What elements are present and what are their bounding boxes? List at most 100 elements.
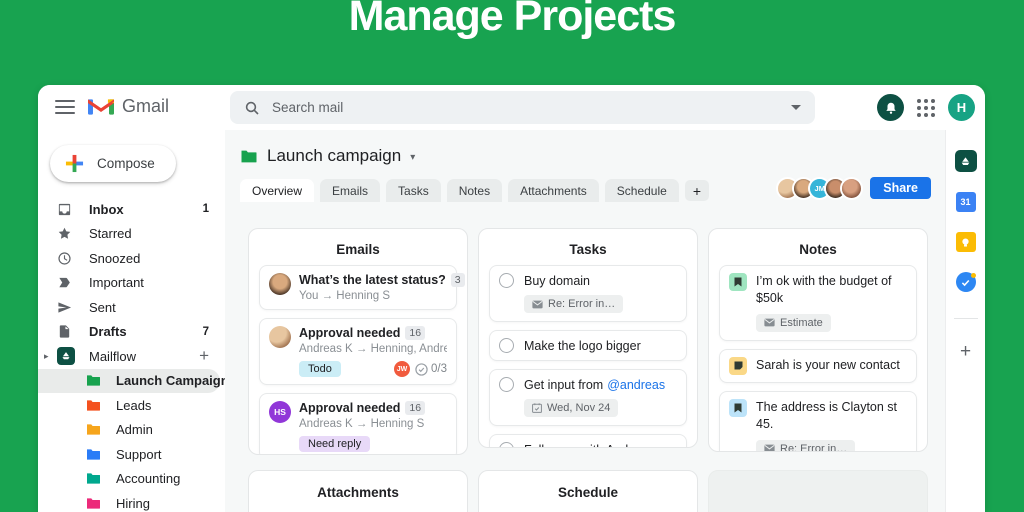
assignee-avatar[interactable]: JW [394,361,410,377]
notifications-button[interactable] [877,94,904,121]
due-date-chip[interactable]: Wed, Nov 24 [524,399,619,417]
task-progress: 0/3 [415,362,447,376]
sidebar-item-starred[interactable]: Starred [38,222,225,247]
attachments-column: Attachments [248,470,468,512]
drafts-count: 7 [202,325,209,338]
send-icon [58,302,72,313]
gmail-sidebar: Compose Inbox 1 Starred Snoozed Importan… [38,130,229,512]
sidebar-item-important[interactable]: Important [38,271,225,296]
notes-column-title: Notes [799,242,837,257]
task-checkbox[interactable] [499,273,514,288]
tab-overview[interactable]: Overview [240,179,315,202]
important-icon [59,278,70,288]
tab-emails[interactable]: Emails [320,179,381,202]
clock-icon [58,252,71,265]
rail-divider [953,318,978,319]
sidebar-folder-leads[interactable]: Leads [38,393,225,418]
sidebar-item-inbox[interactable]: Inbox 1 [38,197,225,222]
note-card[interactable]: Sarah is your new contact [719,348,917,383]
search-input[interactable] [272,100,779,115]
project-folder-icon [241,150,257,162]
task-checkbox[interactable] [499,377,514,392]
attachments-column-title: Attachments [317,485,399,500]
linked-email-chip[interactable]: Re: Error in… [524,295,624,313]
profile-avatar[interactable]: H [948,94,975,121]
sidebar-folder-hiring[interactable]: Hiring [38,491,225,512]
folder-icon [87,400,100,411]
sidebar-item-drafts[interactable]: Drafts 7 [38,320,225,345]
email-participants: You → Henning S [299,290,391,302]
inbox-icon [58,203,71,215]
thread-count-badge: 3 [450,273,465,287]
draft-icon [59,325,70,338]
mailflow-logo-icon [57,347,75,366]
email-card[interactable]: HS Approval needed 16 Andreas K → Henning… [259,393,457,454]
emails-column: Emails What’s the latest status? 3 You → … [248,228,468,455]
email-card[interactable]: What’s the latest status? 3 You → Henning… [259,265,465,310]
schedule-column: Schedule [478,470,698,512]
tasks-column-title: Tasks [569,242,607,257]
tasks-addon-icon[interactable] [955,272,976,292]
gmail-brand: Gmail [88,96,169,117]
collaborator-avatar[interactable] [842,178,862,198]
gmail-logo-icon [88,98,114,115]
expand-chevron-icon[interactable]: ▸ [44,351,57,362]
compose-label: Compose [97,156,155,171]
banner-title: Manage Projects [348,0,677,40]
need-reply-tag[interactable]: Need reply [299,436,371,452]
sidebar-folder-launch-campaign[interactable]: Launch Campaign [38,368,229,393]
linked-email-chip[interactable]: Estimate [756,313,831,332]
tab-attachments[interactable]: Attachments [508,179,599,202]
task-card[interactable]: Buy domain Re: Error in… [489,265,687,322]
search-options-caret-icon[interactable] [791,105,801,110]
menu-icon[interactable] [55,100,75,118]
share-button[interactable]: Share [870,177,931,199]
gmail-addon-rail: 31 + [945,130,985,512]
topbar-actions: H [877,94,975,121]
tab-notes[interactable]: Notes [446,179,503,202]
project-title-row[interactable]: Launch campaign ▾ [240,146,415,166]
note-card[interactable]: The address is Clayton st 45. Re: Error … [719,390,917,451]
mention-link[interactable]: @andreas [607,378,665,392]
add-tab-button[interactable]: + [684,180,710,201]
sidebar-item-mailflow[interactable]: ▸ Mailflow + [38,344,225,369]
schedule-column-title: Schedule [557,485,619,500]
compose-button[interactable]: Compose [50,145,176,182]
project-caret-icon[interactable]: ▾ [410,152,415,163]
search-bar[interactable] [230,91,815,124]
sender-avatar-hs: HS [269,401,291,423]
note-card[interactable]: I’m ok with the budget of $50k Estimate [719,265,917,341]
sidebar-folder-accounting[interactable]: Accounting [38,467,225,492]
notes-column: Notes I’m ok with the budget of $50k Est… [708,228,928,452]
task-checkbox[interactable] [499,442,514,447]
check-circle-icon [415,362,428,376]
task-checkbox[interactable] [499,338,514,353]
sidebar-item-sent[interactable]: Sent [38,295,225,320]
apps-grid-icon[interactable] [917,98,935,117]
task-card[interactable]: Make the logo bigger [489,330,687,361]
board-tabs: Overview Emails Tasks Notes Attachments … [240,179,710,202]
bookmark-icon [729,398,747,417]
add-project-button[interactable]: + [199,346,209,366]
mailflow-addon-icon[interactable] [954,150,977,172]
tab-schedule[interactable]: Schedule [604,179,679,202]
task-card[interactable]: Follow up with Andrew [489,434,687,447]
tasks-column: Tasks Buy domain Re: Error in… Make the … [478,228,698,448]
folder-icon [87,449,100,460]
sidebar-item-snoozed[interactable]: Snoozed [38,246,225,271]
tab-tasks[interactable]: Tasks [386,179,441,202]
calendar-addon-icon[interactable]: 31 [955,192,976,212]
todo-tag[interactable]: Todo [299,361,341,377]
folder-icon [87,424,100,435]
bell-icon [885,102,896,114]
gmail-window: Gmail H [38,85,985,512]
sidebar-folder-admin[interactable]: Admin [38,418,225,443]
get-addons-button[interactable]: + [960,341,971,363]
sticky-note-icon [729,356,747,375]
task-card[interactable]: Get input from @andreas Wed, Nov 24 [489,369,687,426]
linked-email-chip[interactable]: Re: Error in… [756,439,856,451]
keep-addon-icon[interactable] [955,232,976,252]
page-title: Launch campaign [267,146,402,165]
email-card[interactable]: Approval needed 16 Andreas K → Henning, A… [259,318,457,385]
sidebar-folder-support[interactable]: Support [38,442,225,467]
